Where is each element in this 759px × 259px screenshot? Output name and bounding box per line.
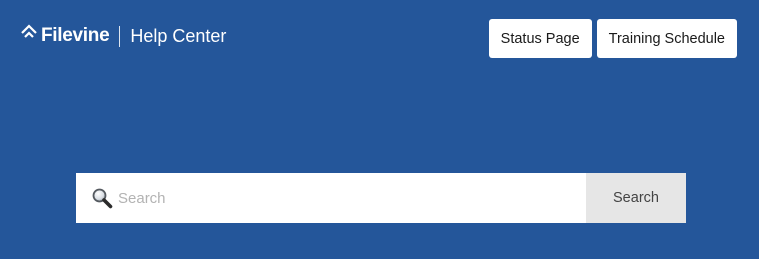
status-page-button[interactable]: Status Page: [488, 19, 592, 58]
training-schedule-button[interactable]: Training Schedule: [596, 19, 737, 58]
brand: Filevine Help Center: [20, 22, 226, 50]
search-icon: [90, 186, 114, 210]
search-field: [76, 173, 586, 223]
brand-divider: [119, 25, 121, 47]
search-button[interactable]: Search: [586, 173, 686, 223]
brand-subtitle: Help Center: [130, 25, 227, 46]
search-input[interactable]: [118, 173, 586, 223]
logo-text: Filevine: [41, 25, 110, 46]
header-buttons: Status Page Training Schedule: [488, 19, 737, 58]
filevine-logo[interactable]: Filevine: [20, 23, 110, 47]
filevine-chevron-icon: [21, 23, 37, 38]
search-bar: Search: [76, 173, 686, 223]
